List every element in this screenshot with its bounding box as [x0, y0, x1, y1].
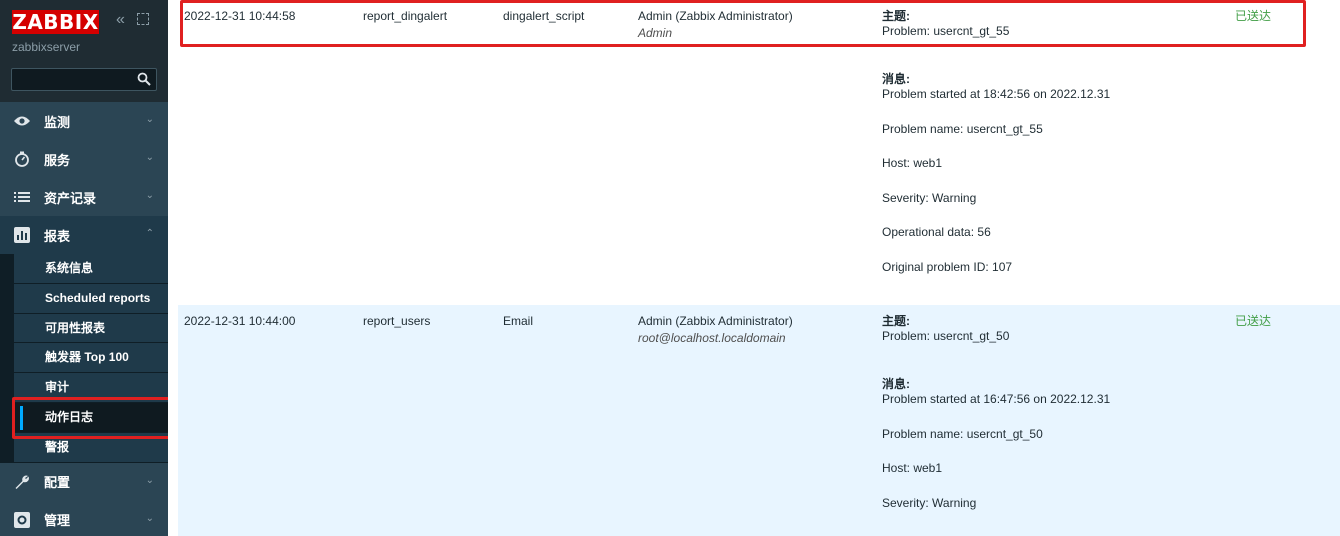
chevron-down-icon: ⌄ [145, 114, 154, 125]
collapse-sidebar-icon[interactable]: « [116, 10, 125, 30]
menu-item-label: 报表 [44, 228, 71, 244]
annotation-highlight-first-row [180, 0, 1306, 47]
message-line: Original problem ID: 107 [882, 259, 1013, 274]
status-badge: 已送达 [1235, 314, 1272, 328]
action-log-table: 2022-12-31 10:44:58 report_dingalert din… [168, 0, 1340, 536]
bar-chart-icon [0, 227, 44, 243]
time-cell: 2022-12-31 10:44:00 [184, 314, 296, 328]
server-name: zabbixserver [12, 40, 81, 54]
submenu-item-scheduled-reports[interactable]: Scheduled reports [14, 283, 168, 314]
submenu-item-availability-report[interactable]: 可用性报表 [14, 313, 168, 344]
message-label: 消息: [882, 72, 910, 86]
menu-item-label: 配置 [44, 475, 71, 491]
stopwatch-icon [0, 151, 44, 167]
message-line: Severity: Warning [882, 190, 977, 205]
chevron-down-icon: ⌄ [145, 152, 154, 163]
menu-item-label: 资产记录 [44, 190, 97, 206]
annotation-highlight-action-log [12, 397, 174, 439]
message-line: Operational data: 56 [882, 225, 991, 239]
table-row: 2022-12-31 10:44:00 report_users Email A… [178, 305, 1340, 536]
chevron-up-icon: ⌃ [145, 228, 154, 239]
menu-item-monitoring[interactable]: 监测 ⌄ [0, 102, 168, 140]
sidebar: ZABBIX « zabbixserver 监测 ⌄ 服务 ⌄ 资产记录 ⌄ 报… [0, 0, 168, 536]
kiosk-mode-icon[interactable] [137, 13, 149, 25]
list-icon [0, 191, 44, 203]
subject-text: Problem: usercnt_gt_50 [882, 329, 1010, 343]
message-line: Problem started at 16:47:56 on 2022.12.3… [882, 392, 1111, 406]
recipient-address: root@localhost.localdomain [638, 331, 786, 345]
recipient-name: Admin (Zabbix Administrator) [638, 314, 793, 328]
message-line: Problem name: usercnt_gt_55 [882, 121, 1043, 136]
message-label: 消息: [882, 377, 910, 391]
eye-icon [0, 115, 44, 127]
message-cell: 主题: Problem: usercnt_gt_55 消息: Problem s… [882, 9, 1282, 294]
menu-item-configuration[interactable]: 配置 ⌄ [0, 462, 168, 501]
menu-item-administration[interactable]: 管理 ⌄ [0, 500, 168, 536]
main-menu: 监测 ⌄ 服务 ⌄ 资产记录 ⌄ 报表 ⌃ 系统信息 Scheduled rep… [0, 102, 168, 536]
search-icon[interactable] [137, 72, 151, 86]
menu-item-label: 服务 [44, 152, 71, 168]
wrench-icon [0, 474, 44, 490]
menu-item-services[interactable]: 服务 ⌄ [0, 140, 168, 178]
menu-item-reports[interactable]: 报表 ⌃ [0, 216, 168, 254]
message-cell: 主题: Problem: usercnt_gt_50 消息: Problem s… [882, 314, 1282, 530]
chevron-down-icon: ⌄ [145, 190, 154, 201]
message-line: Host: web1 [882, 156, 943, 170]
message-line: Host: web1 [882, 461, 943, 475]
search-input[interactable] [11, 68, 157, 91]
message-line: Problem started at 18:42:56 on 2022.12.3… [882, 87, 1111, 101]
menu-item-label: 管理 [44, 513, 71, 529]
menu-item-label: 监测 [44, 114, 71, 130]
zabbix-logo[interactable]: ZABBIX [12, 10, 99, 34]
subject-label: 主题: [882, 314, 910, 328]
gear-icon [0, 511, 44, 528]
chevron-down-icon: ⌄ [145, 474, 154, 486]
menu-item-inventory[interactable]: 资产记录 ⌄ [0, 178, 168, 216]
message-line: Problem name: usercnt_gt_50 [882, 426, 1043, 441]
message-line: Severity: Warning [882, 495, 977, 510]
action-cell[interactable]: report_users [363, 314, 430, 329]
recipient-cell: Admin (Zabbix Administrator) root@localh… [638, 314, 793, 346]
submenu-item-triggers-top-100[interactable]: 触发器 Top 100 [14, 343, 168, 374]
chevron-down-icon: ⌄ [145, 512, 154, 524]
submenu-item-system-info[interactable]: 系统信息 [14, 254, 168, 284]
media-type-cell: Email [503, 314, 534, 328]
